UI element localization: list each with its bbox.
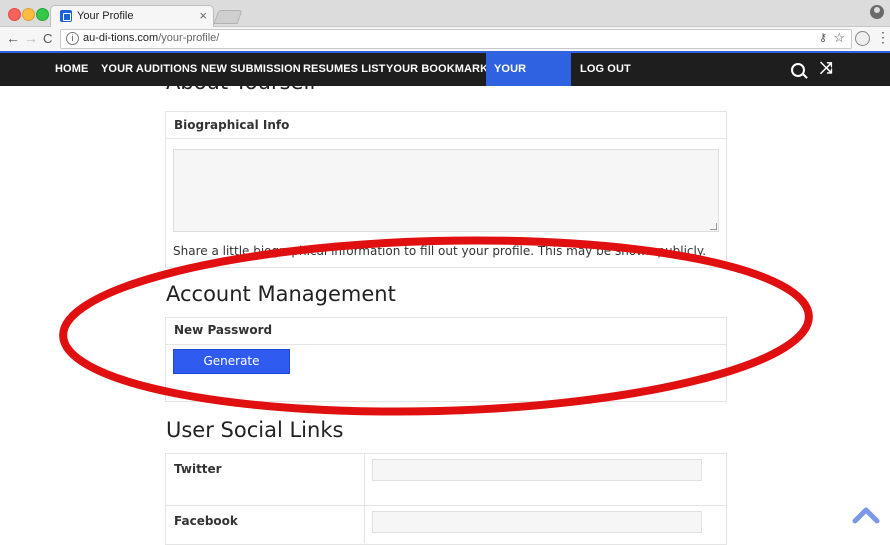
site-navbar: HOME YOUR AUDITIONS NEW SUBMISSION RESUM… xyxy=(0,53,890,108)
about-heading: About Yourself xyxy=(166,86,317,94)
facebook-input[interactable] xyxy=(372,511,702,533)
social-row-divider xyxy=(165,505,726,506)
close-window-button[interactable] xyxy=(8,8,21,21)
bio-label: Biographical Info xyxy=(174,118,290,132)
back-button[interactable]: ← xyxy=(6,30,20,46)
nav-your-profile[interactable]: YOUR PROFILE xyxy=(486,53,571,108)
reload-button[interactable]: C xyxy=(43,31,52,46)
nav-home[interactable]: HOME xyxy=(47,53,96,86)
resize-handle[interactable] xyxy=(710,223,717,230)
forward-button[interactable]: → xyxy=(24,30,38,46)
bio-divider xyxy=(165,138,726,139)
address-bar[interactable]: i au-di-tions.com/your-profile/ ⚷ ☆ xyxy=(60,29,852,49)
extension-icon[interactable] xyxy=(855,31,870,46)
shuffle-icon[interactable]: ⤨ xyxy=(820,60,833,78)
twitter-label: Twitter xyxy=(174,462,222,476)
browser-titlebar: Your Profile × xyxy=(0,0,890,28)
browser-toolbar: ← → C i au-di-tions.com/your-profile/ ⚷ … xyxy=(0,27,890,53)
new-password-label: New Password xyxy=(174,323,273,337)
site-favicon-icon xyxy=(60,10,72,22)
bio-hint: Share a little biographical information … xyxy=(173,244,707,258)
minimize-window-button[interactable] xyxy=(22,8,35,21)
account-heading: Account Management xyxy=(166,282,396,306)
social-column-divider xyxy=(364,453,365,543)
browser-profile-icon[interactable] xyxy=(870,5,884,19)
key-icon[interactable]: ⚷ xyxy=(819,31,827,44)
tab-close-icon[interactable]: × xyxy=(199,8,207,23)
nav-your-bookmarks[interactable]: YOUR BOOKMARKS xyxy=(378,53,504,86)
star-icon[interactable]: ☆ xyxy=(833,30,845,46)
nav-new-submission[interactable]: NEW SUBMISSION xyxy=(193,53,309,86)
facebook-label: Facebook xyxy=(174,514,238,528)
scroll-top-icon[interactable] xyxy=(852,505,880,525)
nav-your-auditions[interactable]: YOUR AUDITIONS xyxy=(93,53,205,86)
twitter-input[interactable] xyxy=(372,459,702,481)
search-icon[interactable] xyxy=(791,63,805,77)
url-text: au-di-tions.com/your-profile/ xyxy=(83,32,220,44)
new-tab-button[interactable] xyxy=(213,10,243,24)
tab-title: Your Profile xyxy=(77,10,134,22)
browser-tab[interactable]: Your Profile × xyxy=(50,5,214,28)
nav-log-out[interactable]: LOG OUT xyxy=(572,53,639,86)
generate-password-button[interactable]: Generate Password xyxy=(173,349,290,391)
browser-menu-icon[interactable]: ⋮ xyxy=(876,30,890,44)
maximize-window-button[interactable] xyxy=(36,8,49,21)
bio-textarea[interactable] xyxy=(173,149,719,232)
social-heading: User Social Links xyxy=(166,418,344,442)
account-divider xyxy=(165,344,726,345)
info-icon[interactable]: i xyxy=(66,32,79,45)
